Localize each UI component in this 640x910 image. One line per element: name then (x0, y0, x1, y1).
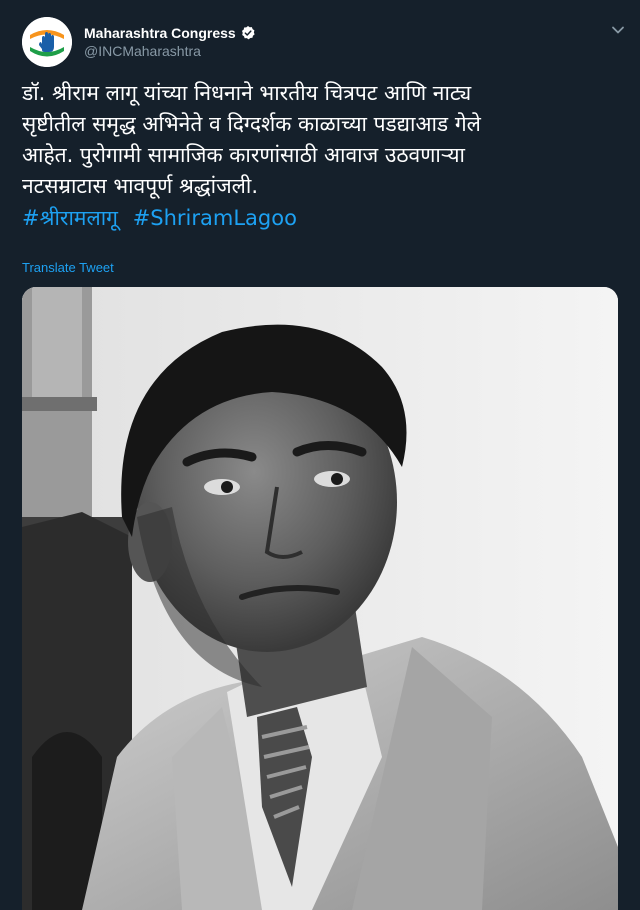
avatar[interactable] (22, 17, 72, 67)
hashtag-link[interactable]: #ShriramLagoo (133, 206, 297, 230)
tweet-photo[interactable] (22, 287, 618, 910)
tweet-text-line: सृष्टीतील समृद्ध अभिनेते व दिग्दर्शक काळ… (22, 112, 481, 136)
chevron-down-icon[interactable] (610, 22, 626, 38)
translate-tweet-link[interactable]: Translate Tweet (22, 260, 114, 275)
tweet-text-line: नटसम्राटास भावपूर्ण श्रद्धांजली. (22, 174, 259, 198)
name-row: Maharashtra Congress (84, 25, 256, 41)
tweet-text: डॉ. श्रीराम लागू यांच्या निधनाने भारतीय … (22, 78, 618, 202)
congress-hand-logo (22, 17, 72, 67)
display-name[interactable]: Maharashtra Congress (84, 25, 236, 41)
tweet-text-line: आहेत. पुरोगामी सामाजिक कारणांसाठी आवाज उ… (22, 143, 465, 167)
tweet-text-line: डॉ. श्रीराम लागू यांच्या निधनाने भारतीय … (22, 81, 472, 105)
account-handle[interactable]: @INCMaharashtra (84, 43, 256, 59)
hashtag-link[interactable]: #श्रीरामलागू (22, 206, 118, 230)
account-names: Maharashtra Congress @INCMaharashtra (84, 25, 256, 59)
tweet-header: Maharashtra Congress @INCMaharashtra (22, 16, 256, 68)
hashtag-row: #श्रीरामलागू #ShriramLagoo (22, 203, 297, 234)
tweet-card: Maharashtra Congress @INCMaharashtra डॉ.… (0, 0, 640, 910)
verified-badge-icon (241, 26, 255, 40)
portrait-photo (22, 287, 618, 910)
